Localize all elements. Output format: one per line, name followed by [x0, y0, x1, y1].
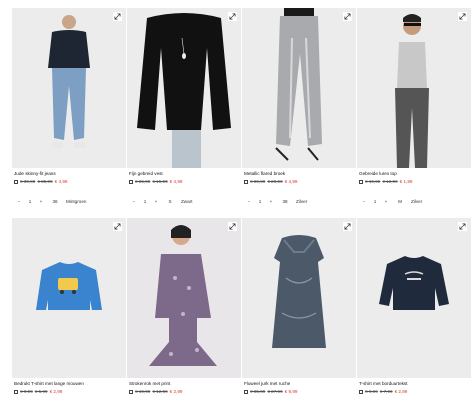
product-prices: € 39,99 € 35,99 € 4,99: [14, 179, 67, 184]
minus-button[interactable]: −: [14, 199, 24, 204]
size-selector[interactable]: 38: [276, 199, 294, 204]
old-price-2: € 12,99: [152, 389, 168, 394]
product-prices: € 25,99 € 15,99 € 4,99: [129, 179, 182, 184]
expand-icon[interactable]: [458, 12, 467, 21]
plus-button[interactable]: +: [151, 199, 161, 204]
expand-icon[interactable]: [228, 222, 237, 231]
sale-price: € 2,99: [49, 389, 63, 394]
size-selector[interactable]: S: [161, 199, 179, 204]
product-name[interactable]: Bedrukt T-shirt met lange mouwen: [14, 381, 84, 386]
expand-icon[interactable]: [343, 12, 352, 21]
minus-button[interactable]: −: [359, 199, 369, 204]
sale-price: € 2,99: [169, 389, 183, 394]
quantity-value[interactable]: 1: [254, 199, 266, 204]
old-price-2: € 12,99: [382, 179, 398, 184]
select-checkbox[interactable]: [359, 389, 363, 394]
color-selector[interactable]: Zilver: [294, 199, 307, 204]
product-image[interactable]: [127, 8, 241, 168]
product-prices: € 9,99 € 5,99 € 2,99: [14, 389, 62, 394]
quantity-controls: − 1 + 38 Zilver: [244, 199, 308, 204]
select-checkbox[interactable]: [244, 389, 248, 394]
product-prices: € 19,99 € 12,99 € 1,99: [359, 179, 412, 184]
expand-icon[interactable]: [343, 222, 352, 231]
old-price-2: € 5,99: [34, 389, 48, 394]
old-price: € 19,99: [135, 389, 151, 394]
product-prices: € 39,99 € 29,99 € 4,99: [244, 179, 297, 184]
product-name[interactable]: T-shirt met borduurtekst: [359, 381, 408, 386]
product-name[interactable]: Metallic flared broek: [244, 171, 285, 176]
minus-button[interactable]: −: [129, 199, 139, 204]
color-selector[interactable]: Zwart: [179, 199, 192, 204]
old-price-2: € 15,99: [152, 179, 168, 184]
product-name[interactable]: Jude skinny-fit jeans: [14, 171, 56, 176]
product-prices: € 35,99 € 27,99 € 9,99: [244, 389, 297, 394]
old-price: € 9,99: [20, 389, 33, 394]
old-price: € 39,99: [20, 179, 36, 184]
product-name[interactable]: Fluweel jurk met ruche: [244, 381, 290, 386]
size-selector[interactable]: M: [391, 199, 409, 204]
old-price: € 39,99: [250, 179, 266, 184]
select-checkbox[interactable]: [129, 179, 133, 184]
old-price-2: € 27,99: [267, 389, 283, 394]
product-image[interactable]: [242, 8, 356, 168]
product-name[interactable]: Gebreide lurex top: [359, 171, 397, 176]
plus-button[interactable]: +: [36, 199, 46, 204]
color-selector[interactable]: Zilver: [409, 199, 422, 204]
sale-price: € 4,99: [284, 179, 298, 184]
old-price-2: € 29,99: [267, 179, 283, 184]
expand-icon[interactable]: [113, 222, 122, 231]
product-name[interactable]: Fijn gebreid vest: [129, 171, 163, 176]
product-prices: € 19,99 € 12,99 € 2,99: [129, 389, 182, 394]
expand-icon[interactable]: [113, 12, 122, 21]
sale-price: € 4,99: [169, 179, 183, 184]
old-price: € 35,99: [250, 389, 266, 394]
select-checkbox[interactable]: [14, 389, 18, 394]
plus-button[interactable]: +: [381, 199, 391, 204]
product-image[interactable]: [12, 218, 126, 378]
quantity-value[interactable]: 1: [369, 199, 381, 204]
quantity-controls: − 1 + M Zilver: [359, 199, 423, 204]
old-price: € 9,99: [365, 389, 378, 394]
sale-price: € 9,99: [284, 389, 298, 394]
quantity-value[interactable]: 1: [24, 199, 36, 204]
sale-price: € 4,99: [54, 179, 68, 184]
sale-price: € 2,99: [394, 389, 408, 394]
old-price: € 19,99: [365, 179, 381, 184]
product-image[interactable]: [12, 8, 126, 168]
old-price-2: € 7,99: [379, 389, 393, 394]
select-checkbox[interactable]: [244, 179, 248, 184]
select-checkbox[interactable]: [359, 179, 363, 184]
plus-button[interactable]: +: [266, 199, 276, 204]
quantity-controls: − 1 + S Zwart: [129, 199, 193, 204]
size-selector[interactable]: 36: [46, 199, 64, 204]
old-price: € 25,99: [135, 179, 151, 184]
quantity-value[interactable]: 1: [139, 199, 151, 204]
product-image[interactable]: [242, 218, 356, 378]
select-checkbox[interactable]: [14, 179, 18, 184]
color-selector[interactable]: Mintgroen: [64, 199, 86, 204]
select-checkbox[interactable]: [129, 389, 133, 394]
product-prices: € 9,99 € 7,99 € 2,99: [359, 389, 407, 394]
product-name[interactable]: Strokenrok met print: [129, 381, 170, 386]
product-image[interactable]: [127, 218, 241, 378]
product-image[interactable]: [357, 218, 471, 378]
expand-icon[interactable]: [228, 12, 237, 21]
sale-price: € 1,99: [399, 179, 413, 184]
expand-icon[interactable]: [458, 222, 467, 231]
minus-button[interactable]: −: [244, 199, 254, 204]
product-image[interactable]: [357, 8, 471, 168]
quantity-controls: − 1 + 36 Mintgroen: [14, 199, 87, 204]
old-price-2: € 35,99: [37, 179, 53, 184]
